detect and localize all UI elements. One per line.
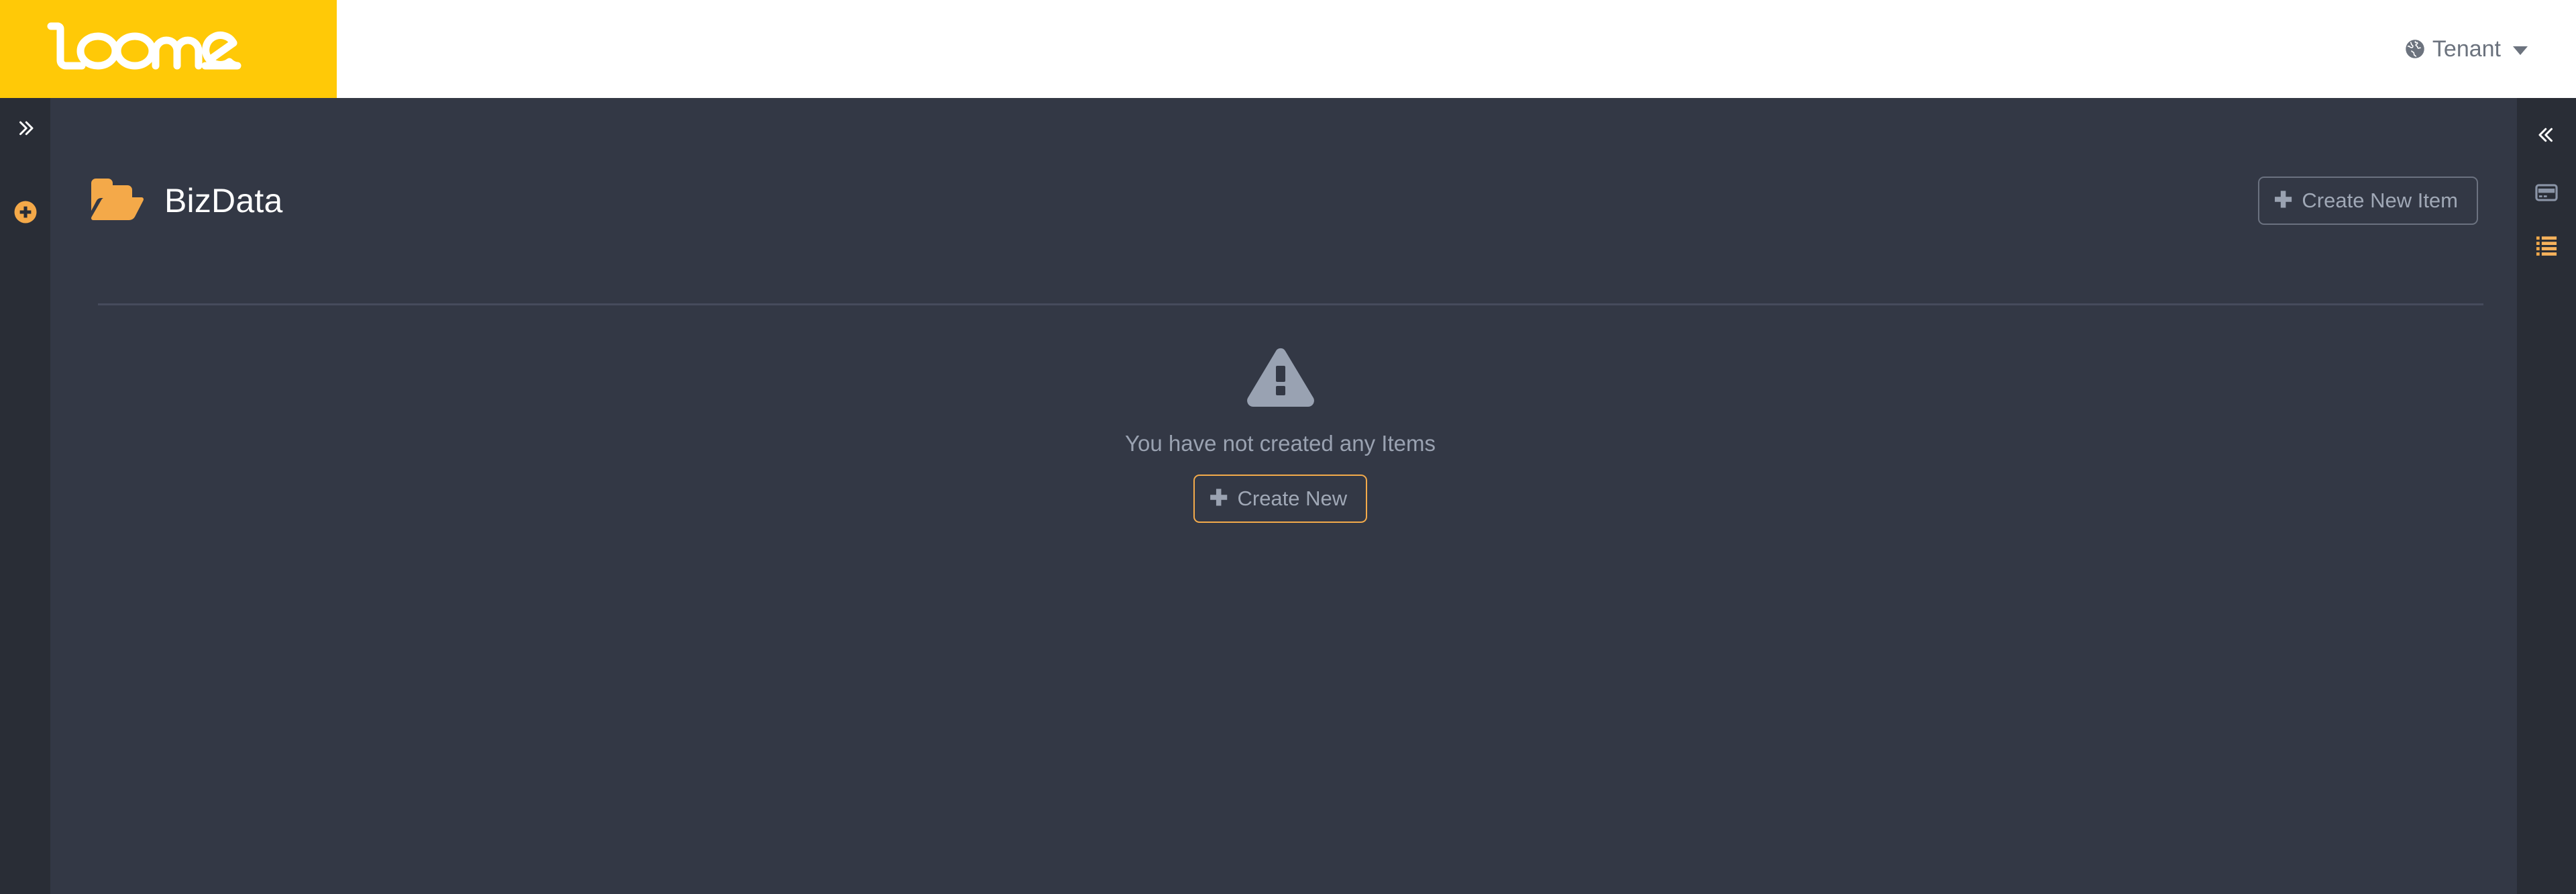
page-header: BizData ✚ Create New Item (76, 98, 2485, 303)
tenant-label: Tenant (2432, 36, 2501, 62)
plus-circle-icon (13, 200, 38, 228)
app-shell: BizData ✚ Create New Item You have not c… (0, 98, 2576, 894)
create-new-label: Create New (1237, 487, 1348, 510)
globe-icon (2405, 39, 2425, 59)
plus-icon: ✚ (1209, 485, 1228, 510)
empty-state-message: You have not created any Items (1125, 431, 1436, 456)
credit-card-icon (2534, 180, 2559, 209)
main-content: BizData ✚ Create New Item You have not c… (50, 98, 2517, 894)
top-bar-right: Tenant (337, 0, 2576, 98)
right-sidebar-rail (2517, 98, 2576, 894)
brand-logo-block[interactable] (0, 0, 337, 98)
warning-triangle-icon (1244, 346, 1318, 415)
right-sidebar-item-tasks[interactable] (2517, 232, 2576, 261)
right-sidebar-item-billing[interactable] (2517, 180, 2576, 209)
right-sidebar-collapse-button[interactable] (2517, 125, 2576, 148)
open-folder-icon (88, 172, 146, 230)
top-bar: Tenant (0, 0, 2576, 98)
loome-logo-icon (42, 20, 243, 79)
plus-icon: ✚ (2273, 187, 2293, 212)
task-list-icon (2534, 232, 2559, 261)
sidebar-add-button[interactable] (0, 200, 50, 228)
create-new-item-button[interactable]: ✚ Create New Item (2257, 177, 2478, 225)
chevron-down-icon (2513, 46, 2528, 55)
left-sidebar-rail (0, 98, 50, 894)
chevron-double-right-icon (15, 118, 36, 142)
chevron-double-left-icon (2536, 125, 2557, 148)
tenant-menu-button[interactable]: Tenant (2405, 38, 2528, 60)
page-title: BizData (164, 182, 283, 219)
sidebar-expand-button[interactable] (0, 118, 50, 142)
create-new-button[interactable]: ✚ Create New (1193, 475, 1368, 523)
create-new-item-label: Create New Item (2302, 189, 2458, 212)
empty-state: You have not created any Items ✚ Create … (76, 305, 2485, 523)
page-header-left: BizData (88, 172, 282, 230)
